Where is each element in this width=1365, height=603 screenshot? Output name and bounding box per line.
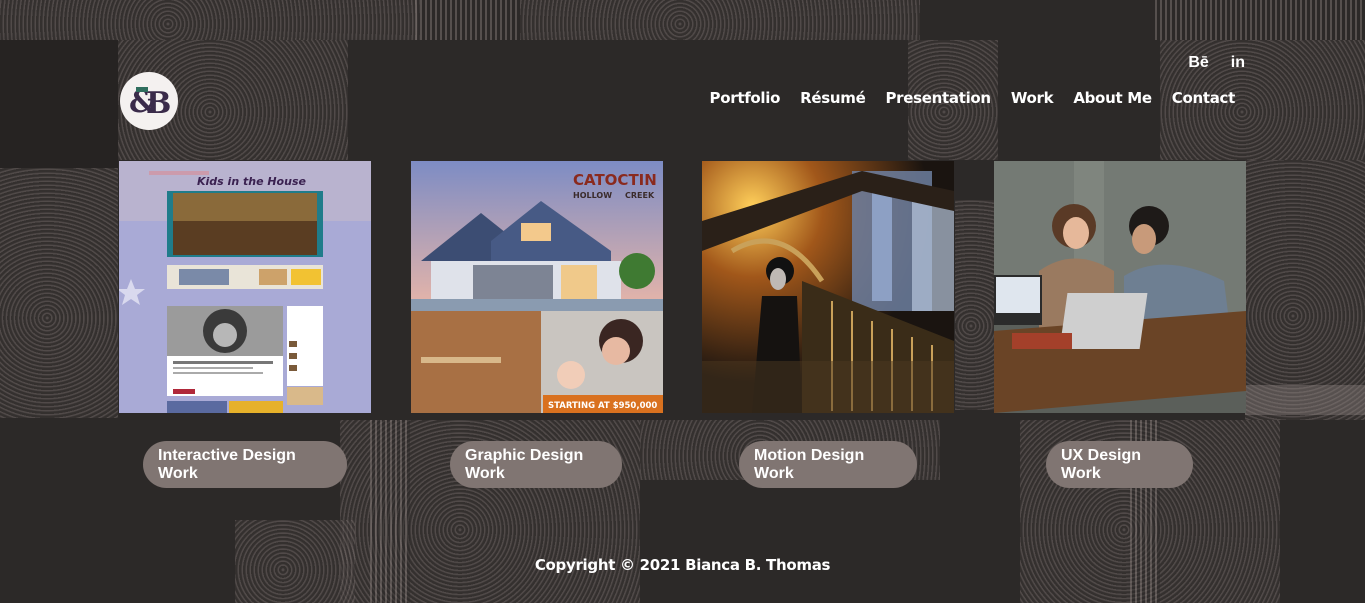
nav-portfolio[interactable]: Portfolio [710,89,781,107]
ad-brand-line2: HOLLOW [573,191,612,200]
ux-design-thumbnail[interactable] [994,161,1246,413]
graphic-design-thumbnail[interactable]: CATOCTIN HOLLOW CREEK STARTING AT $950,0… [411,161,663,413]
nav-resume[interactable]: Résumé [800,89,866,107]
ad-brand-line1: CATOCTIN [573,171,657,189]
linkedin-icon[interactable]: in [1231,54,1245,72]
main-nav: Portfolio Résumé Presentation Work About… [710,89,1236,107]
nav-presentation[interactable]: Presentation [885,89,991,107]
real-estate-ad-image: CATOCTIN HOLLOW CREEK STARTING AT $950,0… [411,161,663,413]
nav-contact[interactable]: Contact [1172,89,1236,107]
nav-about-me[interactable]: About Me [1073,89,1152,107]
footer-copyright: Copyright © 2021 Bianca B. Thomas [534,556,831,574]
mockup-title: Kids in the House [197,175,306,188]
night-bridge-image [702,161,954,413]
interactive-design-thumbnail[interactable]: Kids in the House [119,161,371,413]
nav-work[interactable]: Work [1011,89,1054,107]
motion-design-button[interactable]: Motion Design Work [739,441,917,488]
motion-design-thumbnail[interactable] [702,161,954,413]
behance-icon[interactable]: Bē [1188,54,1208,72]
ad-price: STARTING AT $950,000 [548,401,657,411]
website-mockup-image: Kids in the House [119,161,371,413]
social-links: Bē in [1188,54,1245,72]
graphic-design-button[interactable]: Graphic Design Work [450,441,622,488]
interactive-design-button[interactable]: Interactive Design Work [143,441,347,488]
ad-brand-line3: CREEK [625,191,655,200]
logo-mark-icon: & B [129,85,171,121]
svg-text:B: B [146,86,171,121]
logo[interactable]: & B [120,72,178,130]
people-laptops-image [994,161,1246,413]
ux-design-button[interactable]: UX Design Work [1046,441,1193,488]
